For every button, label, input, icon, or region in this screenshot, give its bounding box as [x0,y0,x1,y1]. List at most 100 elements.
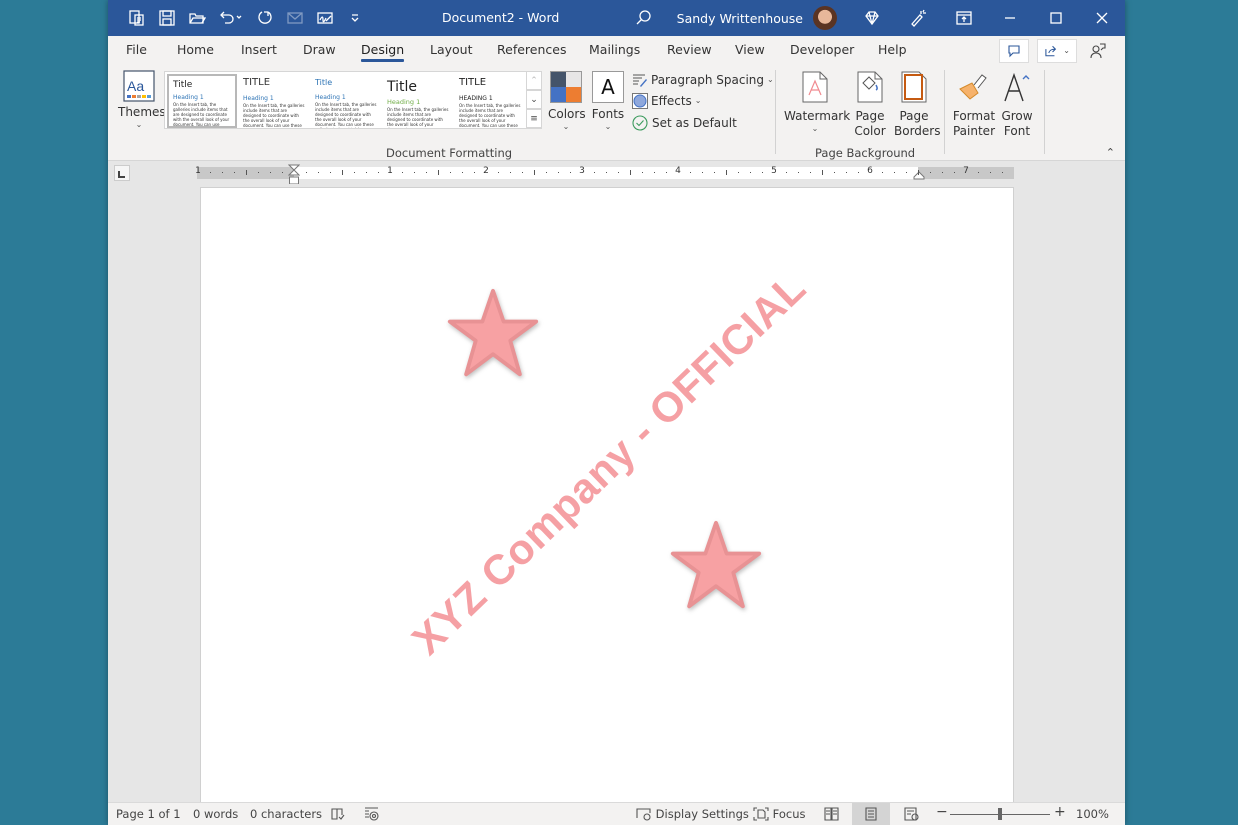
ruler-tick [834,172,835,173]
ruler-tick [954,172,955,173]
style-set-item[interactable]: Title Heading 1 On the Insert tab, the g… [311,74,381,128]
tab-draw[interactable]: Draw [303,42,336,57]
ruler-tick [762,172,763,173]
ruler-tick [690,172,691,173]
ruler-tick [450,172,451,173]
page-count[interactable]: Page 1 of 1 [116,807,181,821]
style-set-item[interactable]: TITLE HEADING 1 On the Insert tab, the g… [455,74,525,128]
page-borders-button[interactable]: Page Borders [894,71,940,139]
email-icon[interactable] [284,7,306,29]
style-set-item[interactable]: Title Heading 1 On the Insert tab, the g… [167,74,237,128]
zoom-slider-thumb[interactable] [998,808,1002,820]
minimize-button[interactable] [987,0,1033,36]
ruler-number: 6 [867,166,873,176]
document-title: Document2 - Word [442,10,560,25]
new-from-template-icon[interactable] [126,7,148,29]
accessibility-icon[interactable] [364,807,380,821]
ruler-tick [414,172,415,173]
horizontal-ruler[interactable]: 1 1 2 3 4 5 6 7 [195,164,1014,185]
tab-references[interactable]: References [497,42,566,57]
ruler-tick [426,172,427,173]
ruler-tick [606,172,607,173]
redo-icon[interactable] [254,7,276,29]
collapse-ribbon-button[interactable]: ⌃ [1106,146,1115,159]
grow-font-button[interactable]: Grow Font [998,71,1036,139]
theme-color-swatch [566,87,581,102]
comments-button[interactable] [999,39,1029,63]
right-indent-marker[interactable] [913,171,925,180]
indent-marker[interactable] [288,164,300,186]
tab-home[interactable]: Home [177,42,214,57]
star-shape[interactable] [668,518,764,614]
tab-view[interactable]: View [735,42,765,57]
fonts-button[interactable]: A Fonts ⌄ [590,71,626,132]
ribbon-display-options-icon[interactable] [953,7,975,29]
page-color-button[interactable]: Page Color ⌄ [850,71,890,154]
ruler-tick [210,172,211,173]
status-bar: Page 1 of 1 0 words 0 characters Display… [108,802,1125,825]
close-button[interactable] [1079,0,1125,36]
tab-mailings[interactable]: Mailings [589,42,640,57]
user-name[interactable]: Sandy Writtenhouse [677,11,803,26]
proofing-book-icon[interactable] [330,807,346,821]
document-page[interactable]: XYZ Company - OFFICIAL [200,187,1014,825]
effects-icon [632,92,648,109]
tab-selector[interactable] [114,165,130,181]
set-as-default-button[interactable]: Set as Default [632,112,774,134]
ruler-tick [810,172,811,173]
fonts-icon: A [592,71,624,103]
ruler-tick [1002,172,1003,173]
gallery-scroll-down-button[interactable]: ⌄ [526,90,542,109]
tab-help[interactable]: Help [878,42,907,57]
search-icon[interactable] [633,7,655,29]
quick-access-toolbar [126,7,366,29]
ruler-tick [546,172,547,173]
watermark-button[interactable]: Watermark ⌄ [784,71,850,134]
undo-icon[interactable] [216,7,246,29]
tab-insert[interactable]: Insert [241,42,277,57]
ruler-tick [306,172,307,173]
avatar[interactable] [813,6,837,30]
share-button[interactable]: ⌄ [1037,39,1077,63]
ruler-tick [510,172,511,173]
star-shape[interactable] [445,286,541,382]
group-divider [1044,70,1045,154]
tab-review[interactable]: Review [667,42,712,57]
word-count[interactable]: 0 words [193,807,238,821]
ruler-tick [654,172,655,173]
character-count[interactable]: 0 characters [250,807,322,821]
ruler-tick [474,172,475,173]
ruler-tick [522,172,523,173]
designer-wand-icon[interactable] [907,7,929,29]
gallery-scroll-up-button[interactable]: ⌃ [526,71,542,90]
print-layout-view[interactable] [852,803,890,825]
zoom-in-button[interactable]: + [1054,804,1066,820]
tab-file[interactable]: File [126,42,147,57]
paragraph-spacing-button[interactable]: Paragraph Spacing ⌄ [632,71,774,89]
style-set-item[interactable]: Title Heading 1 On the Insert tab, the g… [383,74,453,128]
focus-button[interactable]: Focus [753,807,806,821]
effects-button[interactable]: Effects ⌄ [632,89,774,112]
themes-button[interactable]: Aa Themes ⌄ [118,70,166,130]
style-set-item[interactable]: TITLE Heading 1 On the Insert tab, the g… [239,74,309,128]
coauthor-icon[interactable] [1085,42,1111,60]
maximize-button[interactable] [1033,0,1079,36]
read-mode-icon[interactable] [824,807,840,821]
display-settings-button[interactable]: Display Settings [636,807,749,821]
zoom-percent[interactable]: 100% [1076,807,1109,821]
customize-qat-icon[interactable] [344,7,366,29]
zoom-out-button[interactable]: − [936,804,948,820]
tab-design[interactable]: Design [361,42,405,62]
colors-button[interactable]: Colors ⌄ [548,71,586,132]
tab-developer[interactable]: Developer [790,42,854,57]
ruler-tick [894,172,895,173]
premium-diamond-icon[interactable] [861,7,883,29]
web-layout-icon[interactable] [904,807,920,821]
signature-icon[interactable] [314,7,336,29]
group-label-document-formatting: Document Formatting [386,146,513,160]
gallery-more-button[interactable]: ≡ [526,109,542,128]
save-icon[interactable] [156,7,178,29]
open-folder-icon[interactable] [186,7,208,29]
tab-layout[interactable]: Layout [430,42,473,57]
format-painter-button[interactable]: Format Painter [952,71,996,139]
